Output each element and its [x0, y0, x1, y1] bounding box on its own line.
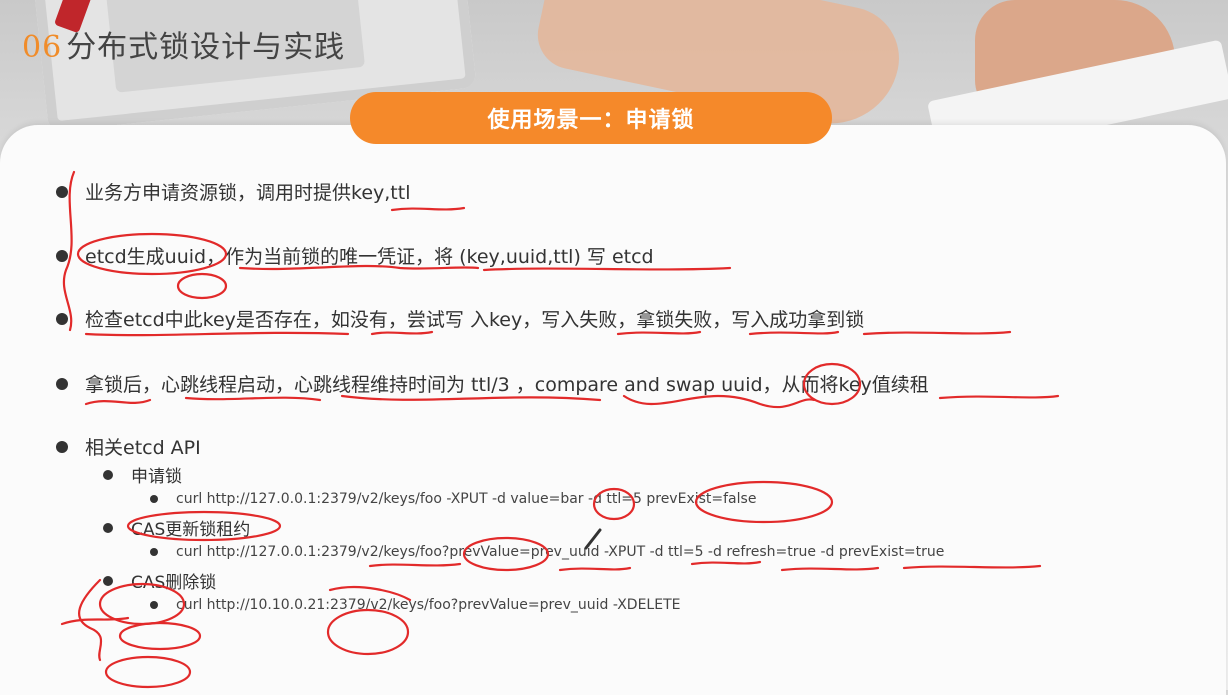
api-name: 申请锁 — [103, 462, 182, 487]
bullet-dot-icon — [150, 495, 158, 503]
api-command: curl http://127.0.0.1:2379/v2/keys/foo -… — [150, 491, 756, 507]
api-name-text: CAS更新锁租约 — [131, 520, 251, 540]
section-number: 06 — [22, 30, 63, 65]
api-command: curl http://127.0.0.1:2379/v2/keys/foo?p… — [150, 544, 944, 560]
bullet-dot-icon — [56, 185, 68, 198]
bullet-dot-icon — [56, 312, 68, 325]
banner-label: 使用场景一：申请锁 — [487, 108, 695, 133]
bullet-text: 业务方申请资源锁，调用时提供key,ttl — [85, 182, 411, 204]
bullet-dot-icon — [150, 601, 158, 609]
bullet-text: 拿锁后，心跳线程启动，心跳线程维持时间为 ttl/3 ，compare and … — [85, 374, 929, 396]
api-name-text: 申请锁 — [131, 467, 182, 487]
api-command-text: curl http://10.10.0.21:2379/v2/keys/foo?… — [176, 597, 681, 613]
bullet-dot-icon — [103, 575, 113, 586]
bullet-text: 相关etcd API — [85, 437, 201, 459]
bullet-dot-icon — [56, 377, 68, 390]
scenario-banner: 使用场景一：申请锁 — [350, 92, 832, 144]
api-name-text: CAS删除锁 — [131, 573, 217, 593]
bullet-item: 相关etcd API — [56, 433, 201, 460]
section-title: 分布式锁设计与实践 — [66, 30, 346, 65]
bullet-dot-icon — [56, 249, 68, 262]
api-command-text: curl http://127.0.0.1:2379/v2/keys/foo?p… — [176, 544, 945, 560]
api-name: CAS更新锁租约 — [103, 515, 250, 540]
api-name: CAS删除锁 — [103, 568, 216, 593]
bullet-dot-icon — [103, 469, 113, 480]
bullet-dot-icon — [150, 548, 158, 556]
bullet-item: etcd生成uuid，作为当前锁的唯一凭证，将 (key,uuid,ttl) 写… — [56, 242, 654, 269]
bullet-item: 检查etcd中此key是否存在，如没有，尝试写 入key，写入失败，拿锁失败，写… — [56, 305, 864, 332]
bullet-text: etcd生成uuid，作为当前锁的唯一凭证，将 (key,uuid,ttl) 写… — [85, 246, 654, 268]
bullet-dot-icon — [56, 440, 68, 453]
bullet-item: 拿锁后，心跳线程启动，心跳线程维持时间为 ttl/3 ，compare and … — [56, 370, 929, 397]
bullet-dot-icon — [103, 522, 113, 533]
page-title: 06 分布式锁设计与实践 — [22, 22, 345, 66]
api-command: curl http://10.10.0.21:2379/v2/keys/foo?… — [150, 597, 680, 613]
api-command-text: curl http://127.0.0.1:2379/v2/keys/foo -… — [176, 491, 757, 507]
bullet-text: 检查etcd中此key是否存在，如没有，尝试写 入key，写入失败，拿锁失败，写… — [85, 309, 865, 331]
bullet-item: 业务方申请资源锁，调用时提供key,ttl — [56, 178, 410, 205]
